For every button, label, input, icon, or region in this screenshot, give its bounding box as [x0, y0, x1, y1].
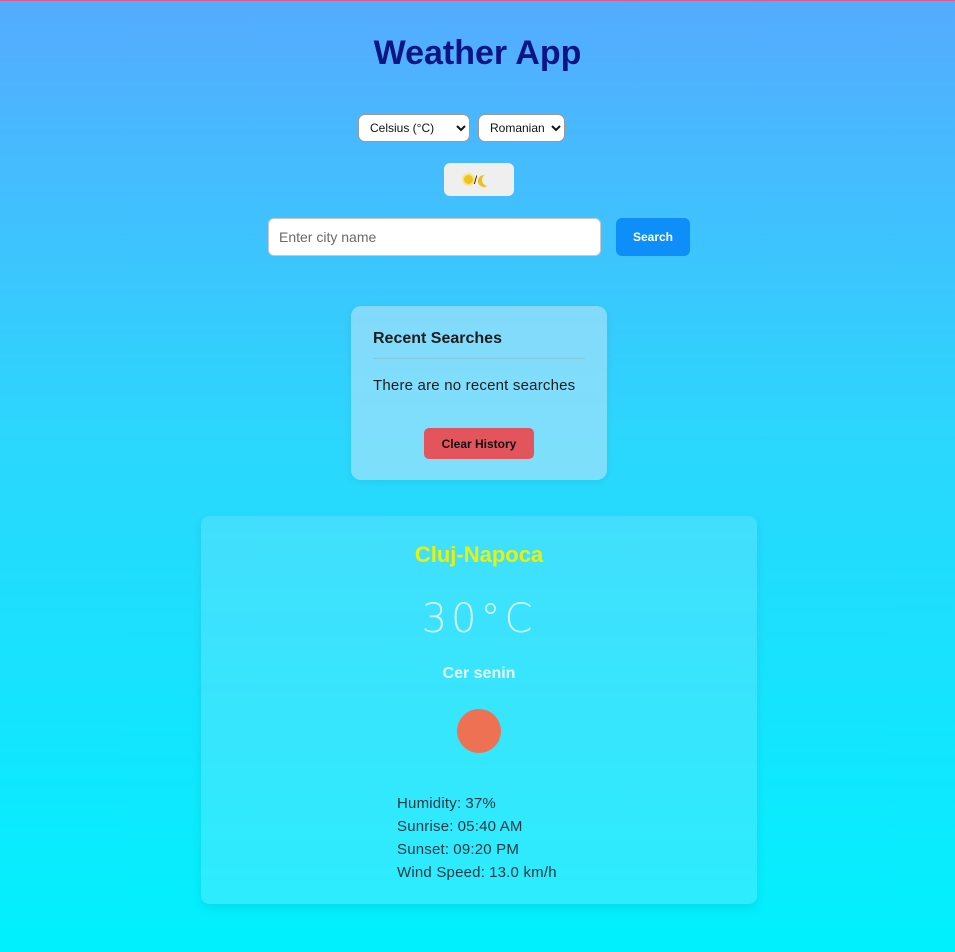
wind-speed-value: 13.0 km/h — [489, 864, 557, 881]
sunrise-detail: Sunrise: 05:40 AM — [397, 815, 557, 838]
sunrise-label: Sunrise: — [397, 818, 454, 835]
search-button[interactable]: Search — [616, 218, 690, 256]
temperature-unit-select[interactable]: Celsius (°C) — [358, 114, 470, 142]
recent-searches-empty-message: There are no recent searches — [373, 377, 576, 394]
sunset-detail: Sunset: 09:20 PM — [397, 838, 557, 861]
weather-condition-icon — [457, 709, 501, 753]
language-select[interactable]: Romanian — [478, 114, 565, 142]
settings-controls: Celsius (°C) Romanian — [358, 114, 565, 142]
weather-details: Humidity: 37% Sunrise: 05:40 AM Sunset: 09:… — [397, 792, 557, 884]
sun-icon — [463, 175, 473, 184]
sunset-label: Sunset: — [397, 841, 450, 858]
recent-searches-card: Recent Searches There are no recent sear… — [351, 306, 607, 480]
city-search-input[interactable] — [268, 218, 601, 256]
humidity-value: 37% — [465, 795, 496, 812]
clear-history-button[interactable]: Clear History — [424, 428, 534, 459]
sunrise-value: 05:40 AM — [457, 818, 523, 835]
theme-toggle-button[interactable]: / — [444, 163, 514, 196]
weather-card: Cluj-Napoca 30°C Cer senin Humidity: 37% … — [201, 516, 757, 904]
page-title: Weather App — [373, 34, 582, 72]
humidity-detail: Humidity: 37% — [397, 792, 557, 815]
city-name: Cluj-Napoca — [414, 542, 544, 567]
wind-speed-label: Wind Speed: — [397, 864, 486, 881]
humidity-label: Humidity: — [397, 795, 462, 812]
recent-searches-title: Recent Searches — [373, 330, 585, 359]
moon-icon — [482, 174, 494, 186]
wind-speed-detail: Wind Speed: 13.0 km/h — [397, 861, 557, 884]
theme-toggle-separator: / — [473, 172, 478, 187]
weather-description: Cer senin — [442, 665, 516, 682]
temperature-value: 30°C — [421, 596, 537, 642]
sunset-value: 09:20 PM — [453, 841, 520, 858]
